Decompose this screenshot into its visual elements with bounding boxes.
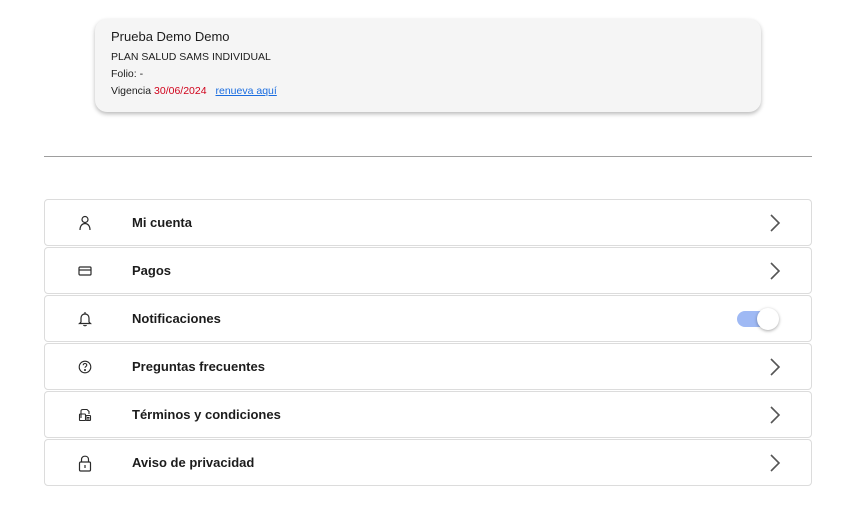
plan-name: PLAN SALUD SAMS INDIVIDUAL — [111, 51, 271, 63]
chevron-right-icon — [769, 213, 781, 233]
user-icon — [76, 214, 94, 232]
folio-row: Folio: - — [111, 68, 745, 80]
folio-value: - — [139, 68, 144, 80]
vigencia-date: 30/06/2024 — [154, 85, 207, 97]
toggle-knob — [757, 308, 779, 330]
notifications-toggle[interactable] — [737, 308, 781, 330]
divider — [44, 156, 812, 157]
policy-card: Prueba Demo Demo PLAN SALUD SAMS INDIVID… — [95, 19, 761, 112]
terms-icon — [76, 406, 94, 424]
lock-icon — [76, 454, 94, 472]
menu-item-label: Notificaciones — [132, 311, 221, 326]
settings-menu: Mi cuenta Pagos Notificaciones Preguntas… — [44, 199, 812, 487]
chevron-right-icon — [769, 261, 781, 281]
chevron-right-icon — [769, 405, 781, 425]
vigencia-label: Vigencia — [111, 85, 152, 97]
menu-item-mi-cuenta[interactable]: Mi cuenta — [44, 199, 812, 246]
menu-item-label: Preguntas frecuentes — [132, 359, 265, 374]
question-circle-icon — [76, 358, 94, 376]
menu-item-label: Pagos — [132, 263, 172, 278]
menu-item-notificaciones[interactable]: Notificaciones — [44, 295, 812, 342]
vigencia-row: Vigencia 30/06/2024 renueva aquí — [111, 85, 745, 97]
chevron-right-icon — [769, 453, 781, 473]
menu-item-aviso-privacidad[interactable]: Aviso de privacidad — [44, 439, 812, 486]
policy-holder-name: Prueba Demo Demo — [111, 29, 230, 44]
chevron-right-icon — [769, 357, 781, 377]
menu-item-terminos-condiciones[interactable]: Términos y condiciones — [44, 391, 812, 438]
menu-item-preguntas-frecuentes[interactable]: Preguntas frecuentes — [44, 343, 812, 390]
menu-item-label: Términos y condiciones — [132, 407, 281, 422]
folio-label: Folio: — [111, 68, 137, 80]
menu-item-label: Mi cuenta — [132, 215, 192, 230]
credit-card-icon — [76, 262, 94, 280]
bell-icon — [76, 310, 94, 328]
menu-item-label: Aviso de privacidad — [132, 455, 255, 470]
renew-link[interactable]: renueva aquí — [216, 85, 277, 97]
menu-item-pagos[interactable]: Pagos — [44, 247, 812, 294]
